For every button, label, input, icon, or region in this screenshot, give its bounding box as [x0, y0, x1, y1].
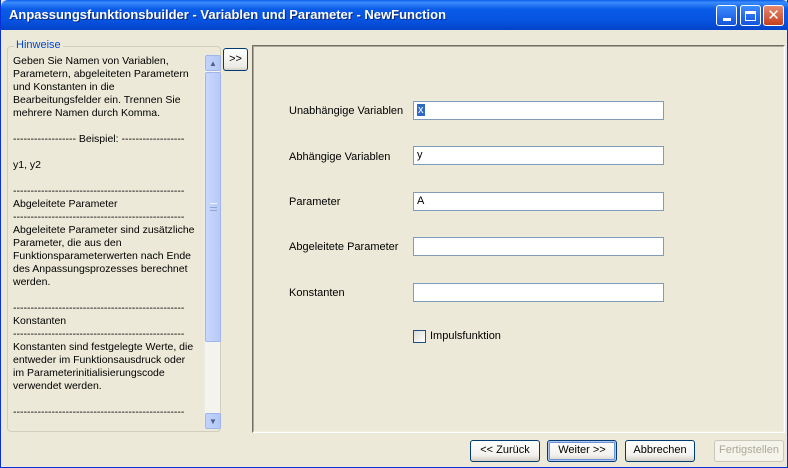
back-button[interactable]: << Zurück	[470, 440, 540, 462]
impulse-function-checkbox[interactable]	[413, 330, 426, 343]
close-icon: ✕	[767, 6, 780, 24]
maximize-icon	[745, 10, 756, 21]
toggle-hints-button[interactable]: >>	[223, 48, 248, 71]
derived-parameters-input[interactable]	[413, 237, 664, 256]
form-panel: Unabhängige Variablen x Abhängige Variab…	[252, 45, 785, 433]
hints-scrollbar[interactable]: ▲ ▼	[204, 55, 221, 429]
minimize-button[interactable]	[716, 5, 737, 26]
cancel-button[interactable]: Abbrechen	[625, 440, 695, 462]
chevron-down-icon: ▼	[209, 416, 217, 426]
scroll-down-button[interactable]: ▼	[205, 413, 221, 429]
dialog-window: Anpassungsfunktionsbuilder - Variablen u…	[0, 0, 788, 468]
derived-parameters-label: Abgeleitete Parameter	[289, 241, 399, 253]
hints-group: Hinweise Geben Sie Namen von Variablen, …	[7, 39, 221, 432]
impulse-function-label[interactable]: Impulsfunktion	[430, 330, 501, 342]
scroll-up-button[interactable]: ▲	[205, 55, 221, 71]
finish-button[interactable]: Fertigstellen	[714, 440, 784, 462]
hints-legend: Hinweise	[14, 39, 63, 51]
form-panel-inner: Unabhängige Variablen x Abhängige Variab…	[253, 46, 784, 432]
grip-icon	[210, 203, 217, 211]
chevron-up-icon: ▲	[209, 58, 217, 68]
close-button[interactable]: ✕	[763, 5, 784, 26]
title-bar[interactable]: Anpassungsfunktionsbuilder - Variablen u…	[1, 0, 788, 30]
parameters-input[interactable]: A	[413, 192, 664, 211]
constants-input[interactable]	[413, 283, 664, 302]
hints-text: Geben Sie Namen von Variablen, Parameter…	[13, 55, 195, 418]
maximize-button[interactable]	[740, 5, 761, 26]
constants-label: Konstanten	[289, 287, 345, 299]
parameters-label: Parameter	[289, 196, 341, 208]
dependent-variables-input[interactable]: y	[413, 146, 664, 165]
window-title: Anpassungsfunktionsbuilder - Variablen u…	[9, 7, 447, 22]
independent-variables-input[interactable]: x	[413, 101, 664, 120]
scroll-thumb[interactable]	[205, 72, 221, 342]
minimize-icon	[722, 18, 731, 21]
next-button[interactable]: Weiter >>	[547, 440, 617, 462]
independent-variables-value: x	[417, 104, 425, 116]
independent-variables-label: Unabhängige Variablen	[289, 105, 404, 117]
dependent-variables-label: Abhängige Variablen	[289, 151, 391, 163]
